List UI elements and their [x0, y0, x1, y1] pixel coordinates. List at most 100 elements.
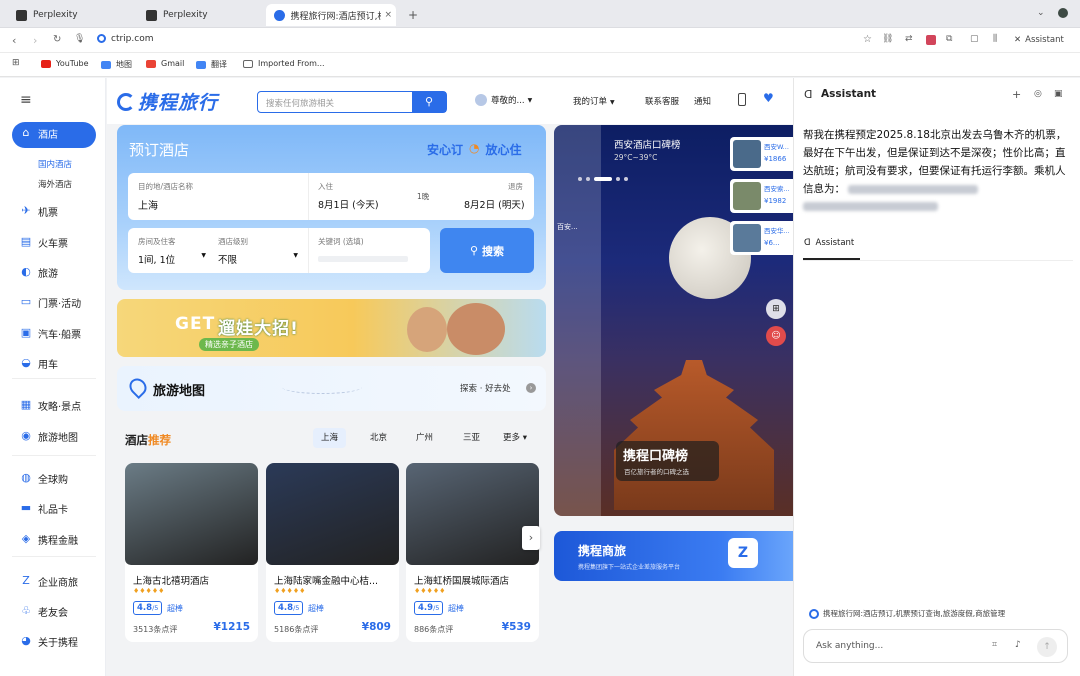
- recommend-tab[interactable]: 上海: [313, 428, 346, 448]
- service-link[interactable]: 联系客服: [645, 95, 679, 107]
- carousel-dot[interactable]: [586, 177, 590, 181]
- grid-icon[interactable]: ⊞: [766, 299, 786, 319]
- feature-panel[interactable]: 百安... 西安酒店口碑榜 29°C~39°C 西安W... ¥1866 西安索…: [554, 125, 793, 516]
- sidebar-item-tour[interactable]: ◐旅游: [20, 263, 58, 281]
- sidebar-item-map[interactable]: ◉旅游地图: [20, 427, 78, 445]
- carousel-dot[interactable]: [578, 177, 582, 181]
- sidebar-item-hotel[interactable]: ⌂酒店: [20, 124, 58, 142]
- badge-icon[interactable]: ☺: [766, 326, 786, 346]
- recommend-tab[interactable]: 广州: [408, 428, 441, 448]
- hotel-card[interactable]: 上海虹桥国展城际酒店♦♦♦♦♦4.9/5超棒886条点评¥539: [406, 463, 539, 642]
- reputation-badge[interactable]: 携程口碑榜 百亿旅行者的口碑之选: [616, 441, 719, 481]
- level-select[interactable]: 不限▼: [218, 252, 298, 266]
- sidebar-item-finance[interactable]: ◈携程金融: [20, 530, 78, 548]
- carousel-dot[interactable]: [616, 177, 620, 181]
- sidebar-item-ticket[interactable]: ▭门票·活动: [20, 293, 81, 311]
- reload-icon[interactable]: ↻: [53, 34, 61, 45]
- link-icon[interactable]: ⛓: [882, 34, 893, 44]
- recommend-tab[interactable]: 三亚: [455, 428, 488, 448]
- bookmark-translate[interactable]: 翻译: [196, 59, 227, 70]
- sidebar-sub-domestic-hotel[interactable]: 国内酒店: [38, 158, 72, 170]
- puzzle-icon[interactable]: ⧉: [946, 34, 952, 44]
- search-button[interactable]: ⚲搜索: [440, 228, 534, 273]
- star-icon[interactable]: ☆: [863, 34, 872, 45]
- travel-map-link[interactable]: 探索 · 好去处: [460, 382, 511, 394]
- expand-icon[interactable]: ▣: [1054, 89, 1063, 99]
- assistant-toggle[interactable]: ✕ Assistant: [1014, 35, 1064, 45]
- search-input[interactable]: 搜索任何旅游相关: [258, 92, 412, 112]
- feature-hotel-item[interactable]: 西安索... ¥1982: [730, 179, 793, 213]
- mic-icon[interactable]: 🎙: [74, 34, 85, 44]
- context-chip[interactable]: 携程旅行网:酒店预订,机票预订查询,旅游度假,商旅管理: [809, 608, 1074, 619]
- dest-input[interactable]: 上海: [138, 197, 158, 212]
- carousel-next-button[interactable]: ›: [522, 526, 540, 550]
- sidebar-item-bus[interactable]: ▣汽车·船票: [20, 324, 81, 342]
- sidebar-item-train[interactable]: ▤火车票: [20, 233, 68, 251]
- hotel-card[interactable]: 上海古北禧玥酒店♦♦♦♦♦4.8/5超棒3513条点评¥1215: [125, 463, 258, 642]
- bookmark-imported[interactable]: Imported From...: [243, 59, 325, 68]
- hotel-card[interactable]: 上海陆家嘴金融中心桔...♦♦♦♦♦4.8/5超棒5186条点评¥809: [266, 463, 399, 642]
- tab-label: 携程旅行网:酒店预订,机票预: [291, 9, 382, 22]
- gmail-icon: [146, 60, 156, 68]
- carousel-dots[interactable]: [578, 177, 628, 181]
- phone-icon[interactable]: [738, 93, 746, 106]
- sidebar-item-car[interactable]: ◒用车: [20, 354, 58, 372]
- ctrip-logo[interactable]: 携程旅行: [117, 88, 218, 115]
- promo-banner[interactable]: GET 遛娃大招! 精选亲子酒店: [117, 299, 546, 357]
- rooms-select[interactable]: 1间, 1位▼: [138, 252, 206, 266]
- sidebar-item-guide[interactable]: ▦攻略·景点: [20, 396, 81, 414]
- recommend-tab[interactable]: 更多 ▾: [495, 428, 535, 448]
- notify-link[interactable]: 通知: [694, 95, 711, 107]
- translate-icon[interactable]: ⇄: [905, 34, 913, 44]
- user-menu[interactable]: 尊敬的...▼: [475, 94, 532, 106]
- sidebar-icon[interactable]: ▢: [970, 34, 979, 44]
- apps-grid-icon[interactable]: ⊞: [12, 58, 20, 68]
- carousel-dot-active[interactable]: [594, 177, 612, 181]
- travel-map-card[interactable]: 旅游地图 探索 · 好去处 ›: [117, 366, 546, 411]
- new-tab-button[interactable]: +: [400, 4, 426, 26]
- bookmark-gmail[interactable]: Gmail: [146, 59, 184, 68]
- heart-icon[interactable]: ♥: [763, 91, 774, 105]
- new-chat-icon[interactable]: +: [1012, 88, 1021, 101]
- mic-icon[interactable]: ♪: [1015, 640, 1021, 650]
- checkin-date[interactable]: 8月1日 (今天): [318, 197, 379, 211]
- attach-icon[interactable]: ⌗: [992, 640, 997, 650]
- search-box[interactable]: 搜索任何旅游相关 ⚲: [257, 91, 447, 113]
- recommend-tab-label: 更多: [503, 433, 520, 443]
- forward-icon[interactable]: ›: [33, 34, 37, 47]
- assistant-tab[interactable]: ᗡ Assistant: [804, 238, 854, 248]
- url-input[interactable]: ctrip.com: [111, 34, 153, 44]
- globe-icon[interactable]: ◎: [1034, 89, 1042, 99]
- menu-icon[interactable]: ≡: [20, 92, 32, 108]
- profile-avatar[interactable]: [1058, 8, 1068, 18]
- close-icon[interactable]: ×: [384, 10, 392, 20]
- audio-icon[interactable]: ⫼: [993, 34, 997, 44]
- tab-perplexity-1[interactable]: Perplexity: [8, 4, 133, 26]
- send-button[interactable]: ↑: [1037, 637, 1057, 657]
- sidebar-item-about[interactable]: ◕关于携程: [20, 632, 78, 650]
- bookmark-map[interactable]: 地图: [101, 59, 132, 70]
- sidebar-item-friends[interactable]: ♧老友会: [20, 602, 68, 620]
- extension-icon[interactable]: [926, 35, 936, 45]
- tab-ctrip[interactable]: 携程旅行网:酒店预订,机票预 ×: [266, 4, 396, 26]
- chevron-down-icon[interactable]: ⌄: [1037, 8, 1045, 18]
- feature-hotel-item[interactable]: 西安华... ¥6...: [730, 221, 793, 255]
- business-banner[interactable]: 携程商旅 携程集团旗下一站式企业差旅服务平台 Z: [554, 531, 793, 581]
- bookmark-youtube[interactable]: YouTube: [41, 59, 89, 68]
- recommend-tab[interactable]: 北京: [362, 428, 395, 448]
- ask-input[interactable]: Ask anything...: [816, 641, 883, 651]
- keyword-input[interactable]: [318, 256, 408, 262]
- sidebar-item-giftcard[interactable]: ▬礼品卡: [20, 499, 68, 517]
- ask-input-box[interactable]: Ask anything... ⌗ ♪ ↑: [803, 629, 1068, 663]
- feature-hotel-item[interactable]: 西安W... ¥1866: [730, 137, 793, 171]
- sidebar-item-plane[interactable]: ✈机票: [20, 202, 58, 220]
- sidebar-sub-overseas-hotel[interactable]: 海外酒店: [38, 178, 72, 190]
- back-icon[interactable]: ‹: [12, 34, 16, 47]
- sidebar-item-globe[interactable]: ◍全球购: [20, 469, 68, 487]
- checkout-date[interactable]: 8月2日 (明天): [464, 197, 525, 211]
- orders-menu[interactable]: 我的订单▼: [573, 95, 615, 107]
- carousel-dot[interactable]: [624, 177, 628, 181]
- sidebar-item-business[interactable]: Z企业商旅: [20, 572, 78, 590]
- search-button[interactable]: ⚲: [412, 92, 446, 112]
- tab-perplexity-2[interactable]: Perplexity: [138, 4, 263, 26]
